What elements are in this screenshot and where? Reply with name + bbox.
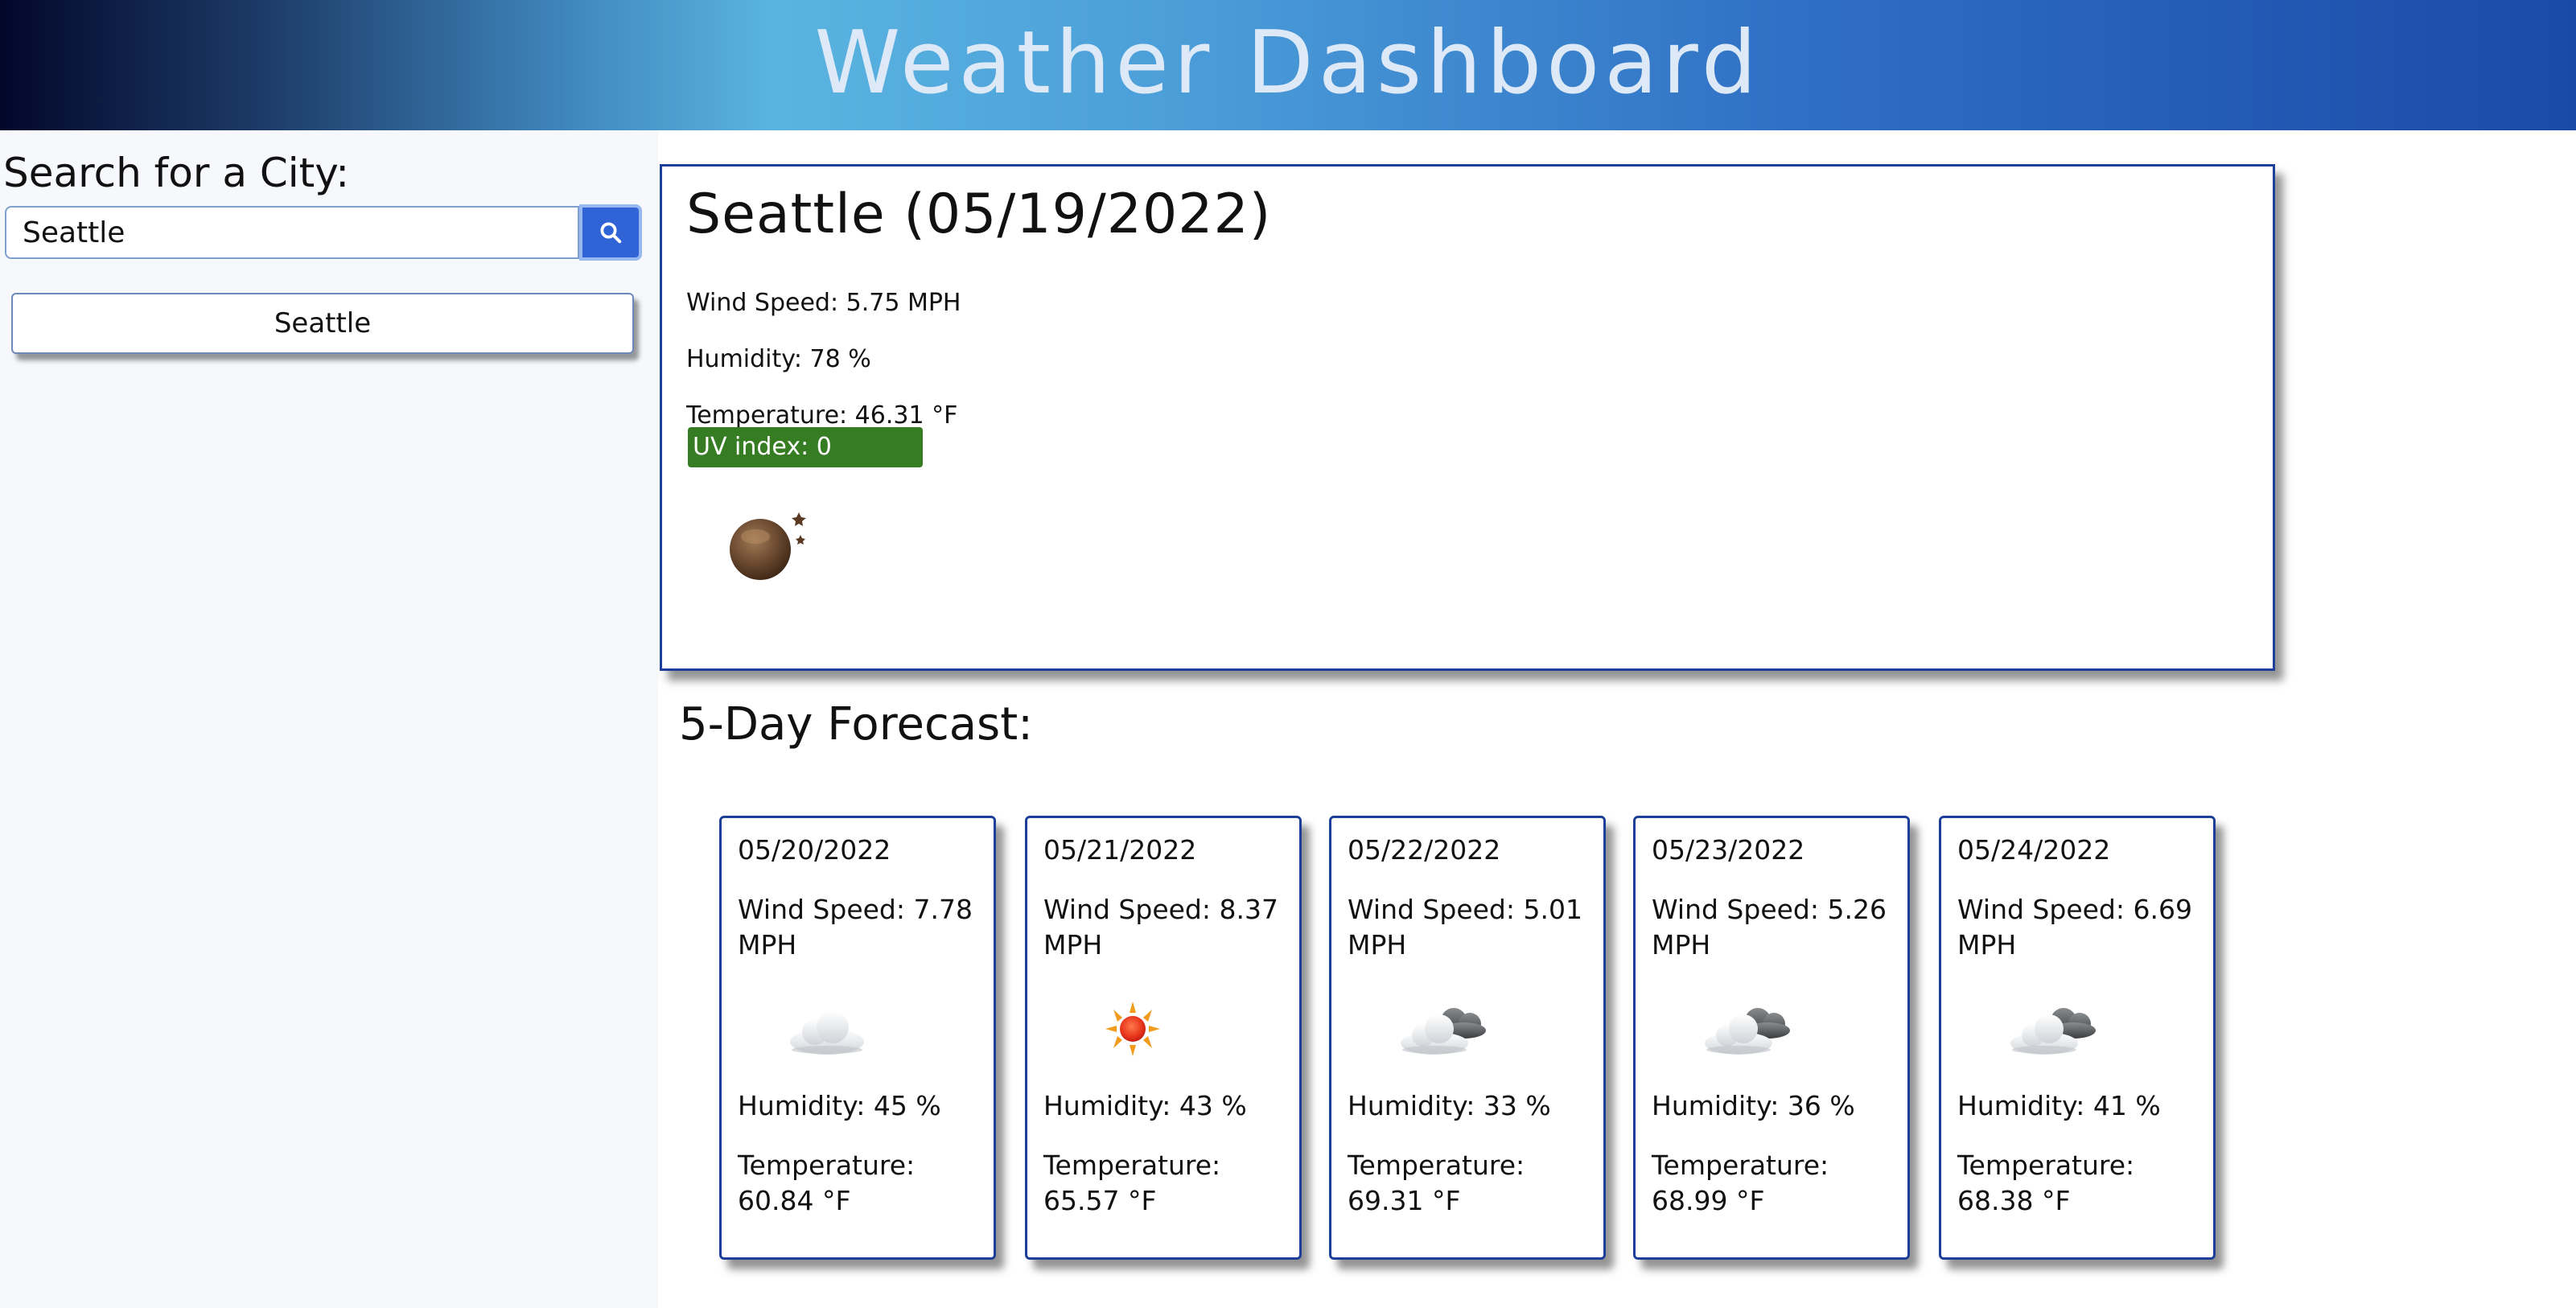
uv-index-badge: UV index: 0 bbox=[688, 427, 923, 467]
forecast-card: 05/21/2022 Wind Speed: 8.37 MPH Humidity… bbox=[1025, 816, 1302, 1260]
forecast-card: 05/24/2022 Wind Speed: 6.69 MPH Humidity… bbox=[1939, 816, 2216, 1260]
search-button[interactable] bbox=[579, 204, 642, 261]
history-button-seattle[interactable]: Seattle bbox=[11, 293, 634, 354]
forecast-humidity: Humidity: 45 % bbox=[738, 1090, 941, 1121]
forecast-wind: Wind Speed: 8.37 MPH bbox=[1043, 894, 1278, 960]
forecast-wind: Wind Speed: 5.26 MPH bbox=[1652, 894, 1887, 960]
broken-clouds-icon bbox=[1705, 1008, 1790, 1055]
forecast-temperature: Temperature: 60.84 °F bbox=[738, 1150, 916, 1216]
current-city-title: Seattle (05/19/2022) bbox=[686, 183, 1272, 246]
cloud-icon bbox=[790, 1011, 864, 1055]
current-weather-card: Seattle (05/19/2022) Wind Speed: 5.75 MP… bbox=[660, 164, 2275, 671]
sidebar: Search for a City: Seattle bbox=[0, 130, 658, 1308]
forecast-date: 05/21/2022 bbox=[1043, 834, 1197, 866]
broken-clouds-icon bbox=[1401, 1008, 1486, 1055]
forecast-wind: Wind Speed: 7.78 MPH bbox=[738, 894, 973, 960]
forecast-date: 05/22/2022 bbox=[1348, 834, 1501, 866]
forecast-title: 5-Day Forecast: bbox=[679, 698, 1034, 751]
main-content: Seattle (05/19/2022) Wind Speed: 5.75 MP… bbox=[658, 130, 2576, 1308]
forecast-wind: Wind Speed: 5.01 MPH bbox=[1348, 894, 1582, 960]
app-header: Weather Dashboard bbox=[0, 0, 2576, 130]
forecast-temperature: Temperature: 68.38 °F bbox=[1957, 1150, 2135, 1216]
forecast-wind: Wind Speed: 6.69 MPH bbox=[1957, 894, 2192, 960]
current-temperature: Temperature: 46.31 °F bbox=[686, 401, 958, 430]
forecast-card: 05/23/2022 Wind Speed: 5.26 MPH Humidity… bbox=[1633, 816, 1910, 1260]
broken-clouds-icon bbox=[2010, 1008, 2096, 1055]
forecast-date: 05/20/2022 bbox=[738, 834, 891, 866]
forecast-card: 05/20/2022 Wind Speed: 7.78 MPH Humidity… bbox=[719, 816, 996, 1260]
forecast-date: 05/24/2022 bbox=[1957, 834, 2111, 866]
forecast-date: 05/23/2022 bbox=[1652, 834, 1805, 866]
current-wind: Wind Speed: 5.75 MPH bbox=[686, 289, 961, 317]
forecast-humidity: Humidity: 36 % bbox=[1652, 1090, 1855, 1121]
forecast-humidity: Humidity: 33 % bbox=[1348, 1090, 1551, 1121]
search-icon bbox=[600, 222, 622, 244]
search-label: Search for a City: bbox=[3, 150, 350, 196]
forecast-humidity: Humidity: 41 % bbox=[1957, 1090, 2161, 1121]
forecast-humidity: Humidity: 43 % bbox=[1043, 1090, 1247, 1121]
night-clear-icon bbox=[730, 512, 806, 580]
forecast-card: 05/22/2022 Wind Speed: 5.01 MPH Humidity… bbox=[1329, 816, 1606, 1260]
search-input[interactable] bbox=[5, 206, 579, 259]
sun-icon bbox=[1105, 1002, 1160, 1056]
current-humidity: Humidity: 78 % bbox=[686, 345, 871, 373]
forecast-temperature: Temperature: 68.99 °F bbox=[1652, 1150, 1829, 1216]
forecast-temperature: Temperature: 65.57 °F bbox=[1043, 1150, 1221, 1216]
forecast-temperature: Temperature: 69.31 °F bbox=[1348, 1150, 1525, 1216]
app-title: Weather Dashboard bbox=[814, 12, 1762, 113]
